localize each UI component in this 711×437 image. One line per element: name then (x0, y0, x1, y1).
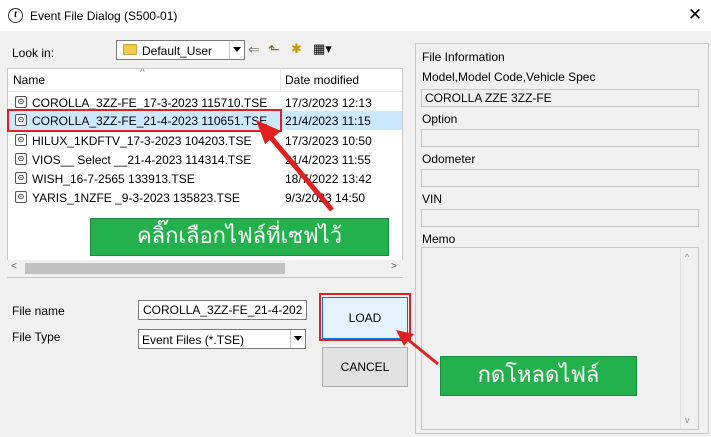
cancel-button[interactable]: CANCEL (322, 347, 408, 387)
scroll-up-icon[interactable]: ^ (685, 252, 689, 262)
file-date: 17/3/2023 10:50 (285, 134, 372, 148)
file-icon: ⊙ (15, 96, 27, 108)
file-icon: ⊙ (15, 134, 27, 146)
title-bar: t Event File Dialog (S500-01) ✕ (0, 0, 711, 31)
file-name: HILUX_1KDFTV_17-3-2023 104203.TSE (32, 134, 252, 148)
look-in-dropdown[interactable]: Default_User (116, 40, 245, 60)
view-menu-icon[interactable]: ▦▾ (313, 41, 332, 57)
file-info-title: File Information (422, 50, 505, 64)
file-list-header: ^ Name Date modified (8, 69, 402, 92)
file-name: WISH_16-7-2565 133913.TSE (32, 172, 195, 186)
look-in-label: Look in: (12, 46, 55, 60)
file-icon: ⊙ (15, 153, 27, 165)
file-name: YARIS_1NZFE _9-3-2023 135823.TSE (32, 191, 240, 205)
load-button-highlight (319, 293, 411, 341)
file-name: VIOS__ Select __21-4-2023 114314.TSE (32, 153, 252, 167)
file-date: 9/3/2023 14:50 (285, 191, 366, 205)
app-logo-icon: t (8, 8, 23, 23)
vin-field (421, 209, 699, 227)
file-date: 21/4/2023 11:55 (285, 153, 371, 167)
vin-label: VIN (422, 192, 443, 206)
new-folder-icon[interactable]: ✱ (291, 41, 302, 57)
file-icon: ⊙ (15, 172, 27, 184)
file-type-label: File Type (12, 330, 61, 344)
odometer-label: Odometer (422, 152, 476, 166)
scroll-down-icon[interactable]: v (685, 415, 690, 425)
horizontal-scrollbar[interactable]: < > (7, 260, 403, 277)
file-name-label: File name (12, 304, 65, 318)
odometer-field (421, 169, 699, 187)
file-row[interactable]: ⊙ VIOS__ Select __21-4-2023 114314.TSE 2… (8, 150, 402, 169)
option-label: Option (422, 112, 458, 126)
back-icon[interactable]: ⇐ (248, 41, 260, 57)
file-type-dropdown[interactable]: Event Files (*.TSE) (138, 329, 306, 349)
scroll-right-icon[interactable]: > (391, 261, 397, 272)
look-in-value: Default_User (142, 44, 213, 58)
file-row[interactable]: ⊙ WISH_16-7-2565 133913.TSE 18/7/2022 13… (8, 169, 402, 188)
file-name: COROLLA_3ZZ-FE_17-3-2023 115710.TSE (32, 96, 268, 110)
option-field (421, 129, 699, 147)
scrollbar-thumb[interactable] (25, 263, 285, 274)
select-file-instruction: คลิ๊กเลือกไฟล์ที่เซฟไว้ (90, 218, 389, 256)
up-folder-icon[interactable]: ⬑ (268, 41, 280, 57)
vertical-scrollbar[interactable]: ^ v (680, 248, 698, 429)
chevron-down-icon[interactable] (229, 41, 244, 59)
column-divider[interactable] (280, 69, 281, 91)
sort-arrow-icon: ^ (140, 68, 145, 78)
memo-label: Memo (422, 232, 456, 246)
file-type-value: Event Files (*.TSE) (142, 333, 245, 347)
scroll-left-icon[interactable]: < (11, 261, 17, 272)
file-date: 18/7/2022 13:42 (285, 172, 372, 186)
file-name-input[interactable]: COROLLA_3ZZ-FE_21-4-202 (138, 300, 307, 320)
folder-icon (123, 44, 137, 55)
file-icon: ⊙ (15, 191, 27, 203)
model-field: COROLLA ZZE 3ZZ-FE (421, 89, 699, 107)
file-date: 21/4/2023 11:15 (285, 114, 371, 128)
file-date: 17/3/2023 12:13 (285, 96, 372, 110)
model-label: Model,Model Code,Vehicle Spec (422, 70, 596, 84)
window-title: Event File Dialog (S500-01) (30, 9, 178, 23)
file-row[interactable]: ⊙ YARIS_1NZFE _9-3-2023 135823.TSE 9/3/2… (8, 188, 402, 207)
column-header-name[interactable]: Name (13, 73, 45, 87)
close-icon[interactable]: ✕ (682, 3, 708, 27)
file-row[interactable]: ⊙ HILUX_1KDFTV_17-3-2023 104203.TSE 17/3… (8, 131, 402, 150)
chevron-down-icon[interactable] (290, 330, 305, 348)
column-header-date[interactable]: Date modified (285, 73, 359, 87)
load-file-instruction: กดโหลดไฟล์ (440, 356, 637, 396)
memo-textarea[interactable]: ^ v (421, 247, 699, 430)
selected-file-highlight (7, 109, 282, 132)
